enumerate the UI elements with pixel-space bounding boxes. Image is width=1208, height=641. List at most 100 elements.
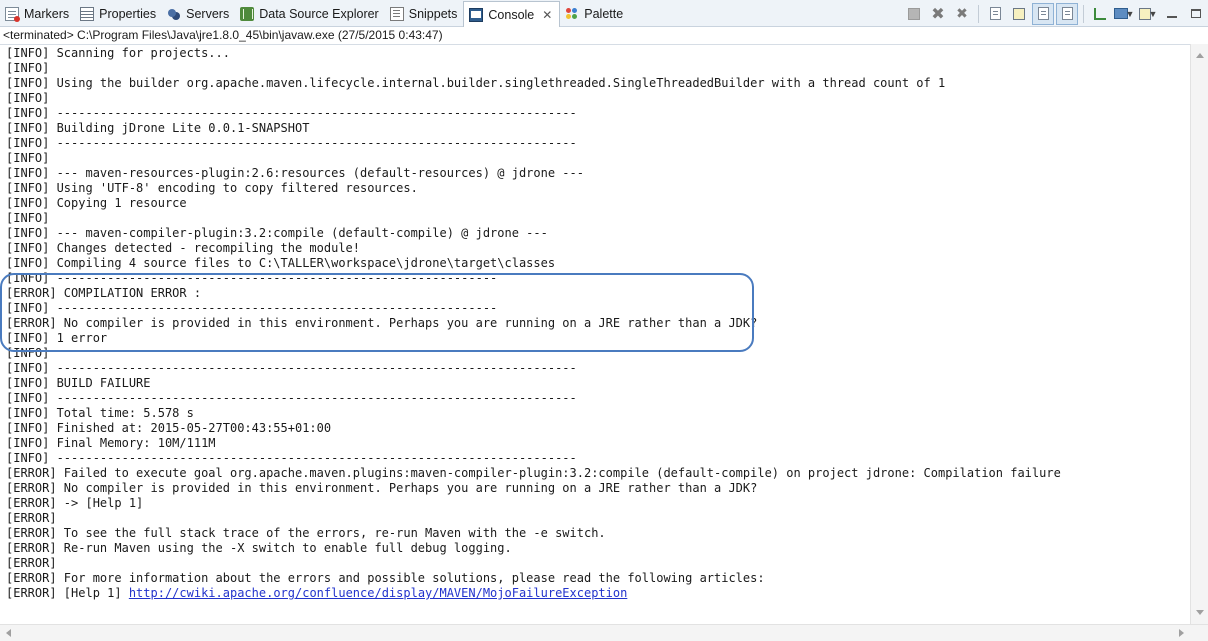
- console-line: [INFO] ---------------------------------…: [6, 271, 498, 285]
- tab-palette[interactable]: Palette: [560, 0, 629, 27]
- tab-servers[interactable]: Servers: [162, 0, 235, 27]
- console-line: [ERROR] COMPILATION ERROR :: [6, 286, 202, 300]
- chevron-down-icon: ▼: [1148, 8, 1158, 19]
- remove-all-terminated-button[interactable]: ✖: [951, 3, 973, 25]
- console-line: [INFO] --- maven-resources-plugin:2.6:re…: [6, 166, 584, 180]
- tab-snippets[interactable]: Snippets: [385, 0, 464, 27]
- console-view: Markers Properties Servers Data Source E…: [0, 0, 1208, 641]
- console-line: [INFO]: [6, 91, 50, 105]
- console-line: [INFO] --- maven-compiler-plugin:3.2:com…: [6, 226, 548, 240]
- console-line-prefix: [ERROR] [Help 1]: [6, 586, 129, 600]
- console-line: [INFO] 1 error: [6, 331, 108, 345]
- vertical-scrollbar[interactable]: [1190, 44, 1208, 624]
- console-line: [ERROR] -> [Help 1]: [6, 496, 144, 510]
- data-source-explorer-icon: [240, 6, 255, 21]
- tab-console[interactable]: Console ✕: [463, 1, 561, 27]
- scroll-left-icon[interactable]: [6, 629, 11, 637]
- show-on-stderr-icon: [1061, 7, 1073, 20]
- scroll-down-icon[interactable]: [1196, 610, 1204, 615]
- toolbar-separator: [978, 4, 979, 23]
- console-line: [ERROR]: [6, 556, 57, 570]
- process-status: <terminated> C:\Program Files\Java\jre1.…: [0, 27, 1208, 44]
- clear-console-icon: [989, 7, 1001, 20]
- console-line: [INFO] ---------------------------------…: [6, 391, 577, 405]
- view-tab-bar: Markers Properties Servers Data Source E…: [0, 0, 1208, 27]
- console-line: [INFO] Finished at: 2015-05-27T00:43:55+…: [6, 421, 332, 435]
- console-line: [ERROR] To see the full stack trace of t…: [6, 526, 606, 540]
- console-line: [ERROR] Failed to execute goal org.apach…: [6, 466, 1061, 480]
- console-line: [INFO] Building jDrone Lite 0.0.1-SNAPSH…: [6, 121, 310, 135]
- console-line: [INFO] ---------------------------------…: [6, 301, 498, 315]
- console-line: [ERROR] For more information about the e…: [6, 571, 765, 585]
- console-line: [INFO] Compiling 4 source files to C:\TA…: [6, 256, 556, 270]
- console-line: [INFO] ---------------------------------…: [6, 136, 577, 150]
- pin-console-icon: [1094, 7, 1106, 20]
- horizontal-scrollbar[interactable]: [0, 624, 1208, 641]
- pin-console-button[interactable]: [1089, 3, 1111, 25]
- console-lines: [INFO] Scanning for projects... [INFO] [IN…: [6, 46, 1061, 601]
- palette-icon: [565, 7, 579, 21]
- console-line: [INFO] ---------------------------------…: [6, 361, 577, 375]
- tab-label: Servers: [186, 6, 230, 21]
- console-line: [ERROR]: [6, 511, 57, 525]
- terminate-button[interactable]: [903, 3, 925, 25]
- display-selected-console-button[interactable]: ▼: [1113, 3, 1135, 25]
- console-line: [ERROR] No compiler is provided in this …: [6, 481, 758, 495]
- console-line: [INFO]: [6, 151, 50, 165]
- chevron-down-icon: ▼: [1125, 8, 1135, 19]
- console-line: [INFO]: [6, 61, 50, 75]
- tab-label: Console: [488, 7, 535, 22]
- minimize-icon: [1167, 15, 1177, 18]
- console-line: [INFO] ---------------------------------…: [6, 451, 577, 465]
- console-line: [ERROR] [Help 1] http://cwiki.apache.org…: [6, 586, 1061, 601]
- maximize-icon: [1191, 9, 1201, 18]
- console-line: [INFO] Total time: 5.578 s: [6, 406, 194, 420]
- tab-list: Markers Properties Servers Data Source E…: [0, 0, 629, 27]
- show-on-stdout-button[interactable]: [1032, 2, 1054, 25]
- maximize-button[interactable]: [1185, 3, 1207, 25]
- snippets-icon: [389, 6, 404, 21]
- scroll-up-icon[interactable]: [1196, 53, 1204, 58]
- console-line: [INFO] Using the builder org.apache.mave…: [6, 76, 946, 90]
- tab-label: Palette: [584, 6, 624, 21]
- tab-markers[interactable]: Markers: [0, 0, 75, 27]
- minimize-button[interactable]: [1161, 3, 1183, 25]
- console-line: [INFO] BUILD FAILURE: [6, 376, 151, 390]
- console-line: [INFO]: [6, 211, 50, 225]
- console-line: [ERROR] Re-run Maven using the -X switch…: [6, 541, 512, 555]
- console-line: [INFO] ---------------------------------…: [6, 106, 577, 120]
- tab-label: Snippets: [408, 6, 458, 21]
- remove-launch-button[interactable]: ✖: [927, 3, 949, 25]
- show-on-stderr-button[interactable]: [1056, 2, 1078, 25]
- markers-icon: [5, 6, 20, 22]
- close-icon[interactable]: ✕: [541, 8, 553, 22]
- terminate-icon: [908, 7, 920, 20]
- scroll-lock-icon: [1013, 7, 1025, 20]
- remove-all-terminated-icon: ✖: [956, 5, 968, 22]
- console-line: [INFO] Using 'UTF-8' encoding to copy fi…: [6, 181, 418, 195]
- scroll-right-icon[interactable]: [1179, 629, 1184, 637]
- clear-console-button[interactable]: [984, 3, 1006, 25]
- console-line: [ERROR] No compiler is provided in this …: [6, 316, 758, 330]
- tab-properties[interactable]: Properties: [75, 0, 162, 27]
- scroll-lock-button[interactable]: [1008, 3, 1030, 25]
- console-icon: [469, 7, 484, 22]
- console-line: [INFO] Changes detected - recompiling th…: [6, 241, 361, 255]
- console-line: [INFO] Final Memory: 10M/111M: [6, 436, 216, 450]
- toolbar-separator: [1083, 4, 1084, 23]
- servers-icon: [167, 7, 181, 21]
- console-line: [INFO] Scanning for projects...: [6, 46, 230, 60]
- console-line: [INFO] Copying 1 resource: [6, 196, 187, 210]
- tab-label: Markers: [24, 6, 70, 21]
- properties-icon: [80, 6, 95, 21]
- show-on-stdout-icon: [1037, 7, 1049, 20]
- console-line: [INFO]: [6, 346, 50, 360]
- tab-label: Properties: [99, 6, 157, 21]
- remove-launch-icon: ✖: [931, 4, 945, 23]
- open-console-button[interactable]: ▼: [1137, 3, 1159, 25]
- console-output[interactable]: [INFO] Scanning for projects... [INFO] [IN…: [0, 44, 1190, 624]
- help-link[interactable]: http://cwiki.apache.org/confluence/displ…: [129, 586, 628, 600]
- tab-label: Data Source Explorer: [259, 6, 379, 21]
- tab-data-source-explorer[interactable]: Data Source Explorer: [235, 0, 385, 27]
- console-toolbar: ✖ ✖ ▼ ▼: [902, 0, 1208, 27]
